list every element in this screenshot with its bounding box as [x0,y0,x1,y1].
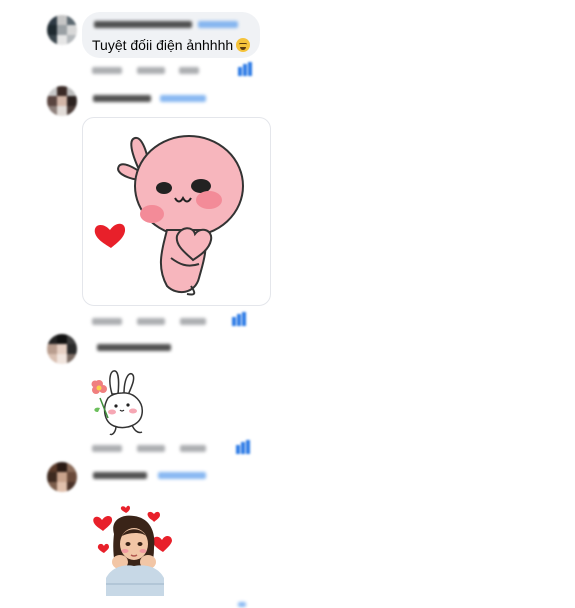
timestamp-blurred [180,318,206,325]
reaction-icon[interactable] [236,440,250,454]
flower-icon [91,380,109,419]
reply-action-blurred[interactable] [137,445,165,452]
author-badge-blurred [198,21,238,28]
grinning-squint-emoji-icon [236,38,251,52]
reply-action-blurred[interactable] [137,318,165,325]
heart-icon [94,223,126,248]
comment-bubble: Tuyệt đốii điện ảnhhhh [82,12,260,58]
author-name-blurred[interactable] [93,95,151,102]
author-name-blurred[interactable] [93,472,147,479]
author-badge-blurred [158,472,206,479]
sticker-card[interactable] [82,117,271,306]
reaction-icon[interactable] [232,312,246,326]
white-bunny-flower-sticker[interactable] [86,368,152,440]
like-action-blurred[interactable] [92,67,122,74]
author-name-blurred[interactable] [94,21,192,28]
timestamp-blurred [180,445,206,452]
comment-text: Tuyệt đốii điện ảnhhhh [92,37,251,54]
like-action-blurred[interactable] [92,445,122,452]
like-action-blurred[interactable] [92,318,122,325]
avatar[interactable] [47,15,77,45]
avatar[interactable] [47,334,77,364]
author-name-blurred[interactable] [97,344,171,351]
girl-hearts-sticker[interactable] [92,500,178,600]
avatar[interactable] [47,462,77,492]
pink-bunny-heart-sticker [94,135,244,296]
author-badge-blurred [160,95,206,102]
avatar[interactable] [47,86,77,116]
reaction-icon[interactable] [238,62,252,76]
timestamp-blurred [179,67,199,74]
reply-action-blurred[interactable] [137,67,165,74]
comment-message: Tuyệt đốii điện ảnhhhh [92,37,234,53]
reaction-icon-partial-blurred[interactable] [238,602,246,607]
